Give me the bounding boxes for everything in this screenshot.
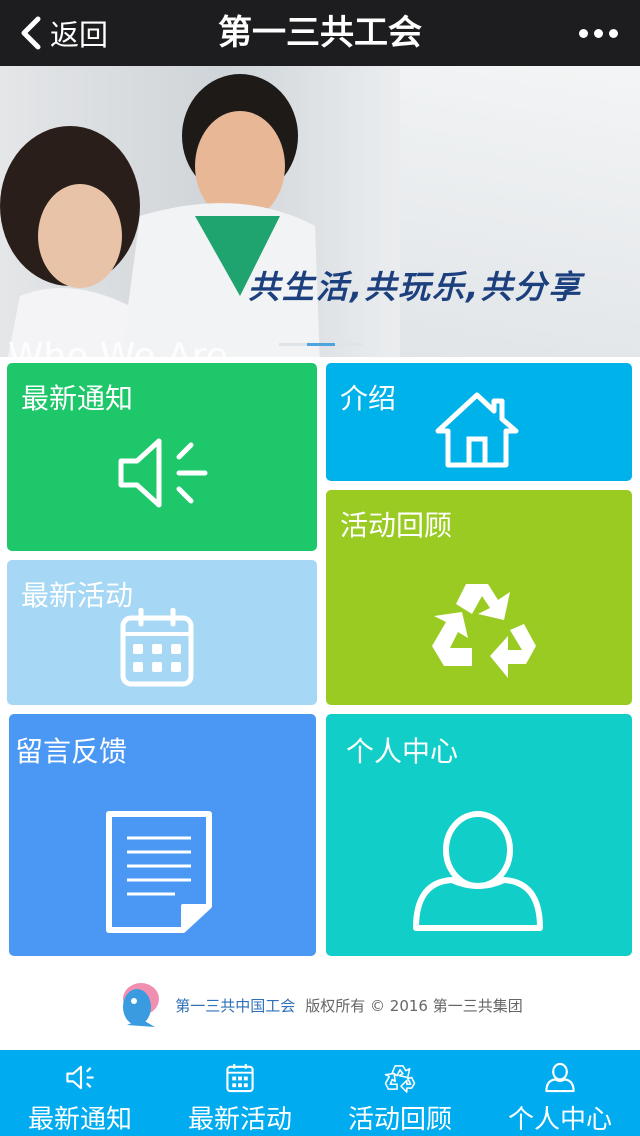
- tile-latest-activity[interactable]: 最新活动: [7, 560, 317, 705]
- calendar-icon: [120, 608, 194, 687]
- tab-label: 最新活动: [187, 1105, 292, 1135]
- banner-slogan: 共生活,共玩乐,共分享: [248, 268, 583, 306]
- tile-label: 个人中心: [346, 735, 459, 768]
- tab-activity-review[interactable]: 活动回顾: [320, 1050, 480, 1136]
- more-dots-icon[interactable]: [573, 0, 618, 66]
- banner-tagline: Who We Are: [8, 336, 228, 357]
- bottom-tab-bar: 最新通知 最新活动 活动回顾 个人中心: [0, 1050, 640, 1136]
- footer-copyright: 版权所有 © 2016 第一三共集团: [305, 996, 523, 1015]
- tab-latest-notice[interactable]: 最新通知: [0, 1050, 160, 1136]
- tab-label: 个人中心: [507, 1105, 612, 1135]
- carousel-dot[interactable]: [279, 343, 307, 346]
- banner-carousel[interactable]: 共生活,共玩乐,共分享 Who We Are: [0, 66, 640, 357]
- page-footer: 第一三共中国工会 版权所有 © 2016 第一三共集团: [0, 975, 640, 1035]
- tile-label: 留言反馈: [15, 735, 128, 768]
- banner-man-image: [121, 74, 320, 357]
- speaker-icon: [118, 438, 208, 508]
- tile-latest-notice[interactable]: 最新通知: [7, 363, 317, 551]
- tile-label: 介绍: [340, 382, 397, 415]
- tab-label: 活动回顾: [347, 1105, 452, 1135]
- tile-personal-center[interactable]: 个人中心: [326, 714, 632, 956]
- speaker-icon: [66, 1065, 94, 1090]
- document-icon: [106, 811, 212, 933]
- carousel-dot[interactable]: [335, 343, 363, 346]
- tile-feedback[interactable]: 留言反馈: [9, 714, 316, 956]
- user-icon: [413, 811, 543, 931]
- tab-label: 最新通知: [27, 1105, 132, 1135]
- tile-label: 活动回顾: [340, 509, 453, 542]
- app-header: 返回 第一三共工会: [0, 0, 640, 66]
- tile-label: 最新通知: [21, 382, 134, 415]
- tile-intro[interactable]: 介绍: [326, 363, 632, 481]
- house-icon: [435, 392, 519, 468]
- recycle-icon: [432, 584, 536, 678]
- recycle-icon: [384, 1065, 416, 1093]
- carousel-indicator: [279, 343, 363, 346]
- page-title: 第一三共工会: [218, 13, 422, 53]
- tab-personal-center[interactable]: 个人中心: [480, 1050, 640, 1136]
- dolphin-logo-icon: [123, 983, 160, 1027]
- tab-latest-activity[interactable]: 最新活动: [160, 1050, 320, 1136]
- user-icon: [545, 1062, 575, 1093]
- banner-background: [400, 66, 640, 357]
- tile-label: 最新活动: [21, 579, 134, 612]
- tile-activity-review[interactable]: 活动回顾: [326, 490, 632, 705]
- footer-org: 第一三共中国工会: [175, 996, 296, 1015]
- carousel-dot-active[interactable]: [307, 343, 335, 346]
- calendar-icon: [226, 1063, 254, 1093]
